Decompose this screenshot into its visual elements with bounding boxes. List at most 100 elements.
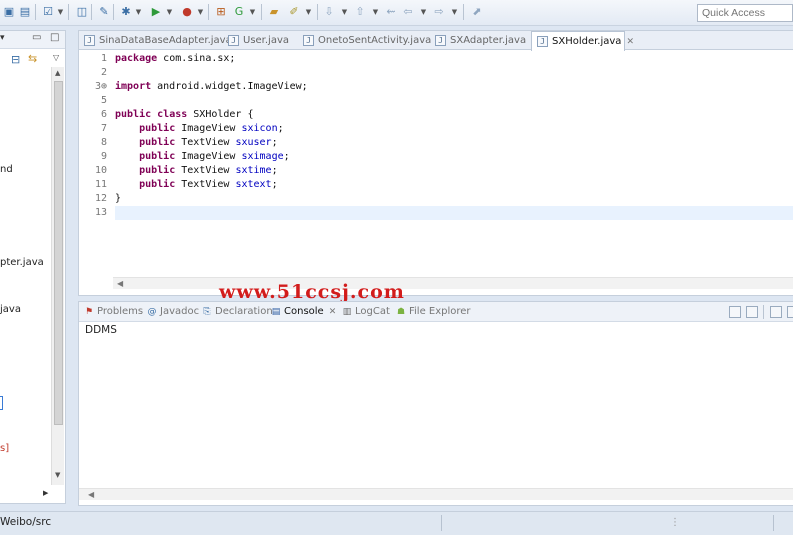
line-number: 10 (94, 165, 107, 176)
close-icon[interactable]: ✕ (329, 307, 337, 317)
chevron-down-icon[interactable]: ▼ (166, 5, 173, 19)
prev-annotation-icon[interactable]: ⇧ (353, 5, 367, 19)
toolbar-divider (68, 4, 69, 20)
toolbar-divider (35, 4, 36, 20)
chevron-down-icon[interactable]: ▼ (372, 5, 379, 19)
chevron-down-icon[interactable]: ▼ (341, 5, 348, 19)
current-code-line (115, 206, 793, 220)
pen-icon[interactable]: ✐ (287, 5, 301, 19)
new-class-icon[interactable]: ◫ (75, 5, 89, 19)
scroll-right-icon[interactable]: ▶ (43, 489, 48, 497)
tab-onetosentactivity[interactable]: J OnetoSentActivity.java (298, 31, 431, 50)
tab-logcat[interactable]: ▥ LogCat (340, 302, 390, 322)
tab-declaration[interactable]: ⎘ Declaration (200, 302, 272, 322)
tab-label: Javadoc (160, 306, 200, 317)
scroll-left-icon[interactable]: ◀ (117, 279, 123, 288)
back-icon[interactable]: ⇦ (401, 5, 415, 19)
code-line: import android.widget.ImageView; (115, 80, 793, 94)
chevron-down-icon[interactable]: ▼ (305, 5, 312, 19)
tree-item-fragment[interactable]: pter.java (0, 257, 44, 268)
keyword: class (157, 109, 188, 120)
line-number[interactable]: 3⊕ (79, 80, 109, 94)
debug-icon[interactable]: ✱ (119, 5, 133, 19)
code-text: android.widget.ImageView; (151, 81, 308, 92)
scroll-left-icon[interactable]: ◀ (88, 490, 94, 499)
keyword: public (139, 137, 176, 148)
new-java-class-icon[interactable]: G (232, 5, 246, 19)
keyword: public (139, 165, 176, 176)
chevron-down-icon[interactable]: ▼ (451, 5, 458, 19)
code-line: public TextView sxtext; (139, 179, 278, 190)
link-with-editor-icon[interactable]: ⇆ (28, 52, 37, 65)
keyword: public (139, 179, 176, 190)
line-number: 6 (100, 109, 107, 120)
toolbar-divider (113, 4, 114, 20)
tab-javadoc[interactable]: @ Javadoc (145, 302, 200, 322)
tree-item-fragment[interactable]: java (0, 304, 21, 315)
java-file-icon: J (537, 36, 548, 47)
console-horizontal-scrollbar[interactable]: ◀ (79, 488, 793, 500)
minimize-icon[interactable]: ▭ (32, 32, 41, 43)
status-grip-icon: ⋮ (670, 517, 680, 528)
collapse-all-icon[interactable]: ⊟ (11, 53, 20, 66)
tree-item-fragment[interactable]: s] (0, 443, 9, 454)
code-text: SXHolder { (187, 109, 254, 120)
external-tools-icon[interactable]: ● (180, 5, 194, 19)
chevron-down-icon[interactable]: ▼ (135, 5, 142, 19)
view-menu-icon[interactable]: ▽ (53, 53, 59, 62)
tools-icon[interactable]: ✎ (97, 5, 111, 19)
scroll-up-icon[interactable]: ▲ (55, 69, 60, 77)
checkbox-task-icon[interactable]: ☑ (41, 5, 55, 19)
code-line: package com.sina.sx; (115, 52, 793, 66)
tab-label: SinaDataBaseAdapter.java (99, 35, 232, 46)
tree-item-fragment[interactable]: nd (0, 164, 13, 175)
type-name: TextView (181, 179, 230, 190)
tab-console[interactable]: ▤ Console ✕ (269, 302, 337, 322)
maximize-icon[interactable]: □ (50, 32, 59, 43)
pin-editor-icon[interactable]: ⬈ (470, 5, 484, 19)
tab-sxadapter[interactable]: J SXAdapter.java (430, 31, 526, 50)
scroll-lock-icon[interactable] (746, 306, 758, 318)
last-edit-icon[interactable]: ⇜ (384, 5, 398, 19)
tab-label: User.java (243, 35, 290, 46)
view-menu-icon[interactable]: ▾ (0, 33, 5, 43)
scrollbar-thumb[interactable] (54, 81, 63, 425)
tab-sinadatabaseadapter[interactable]: J SinaDataBaseAdapter.java (79, 31, 232, 50)
grid-icon[interactable]: ⊞ (214, 5, 228, 19)
forward-icon[interactable]: ⇨ (432, 5, 446, 19)
code-line: public class SXHolder { (115, 108, 793, 122)
display-console-icon[interactable] (787, 306, 793, 318)
chevron-down-icon[interactable]: ▼ (197, 5, 204, 19)
tab-file-explorer[interactable]: ☗ File Explorer (394, 302, 471, 322)
next-annotation-icon[interactable]: ⇩ (322, 5, 336, 19)
chevron-down-icon[interactable]: ▼ (420, 5, 427, 19)
close-icon[interactable]: ✕ (626, 37, 634, 47)
field-name: sxicon (241, 123, 278, 134)
chevron-down-icon[interactable]: ▼ (57, 5, 64, 19)
quick-access-input[interactable] (697, 4, 793, 22)
scroll-down-icon[interactable]: ▼ (55, 471, 60, 479)
tab-label: File Explorer (409, 306, 471, 317)
clear-console-icon[interactable] (729, 306, 741, 318)
open-console-icon[interactable] (770, 306, 782, 318)
editor-tab-bar: J SinaDataBaseAdapter.java J User.java J On… (79, 31, 793, 51)
chevron-down-icon[interactable]: ▼ (249, 5, 256, 19)
tab-problems[interactable]: ⚑ Problems (82, 302, 143, 322)
open-folder-icon[interactable]: ▰ (267, 5, 281, 19)
code-text: com.sina.sx; (157, 53, 236, 64)
keyword: public (115, 109, 152, 120)
save-all-icon[interactable]: ▤ (18, 5, 32, 19)
run-icon[interactable]: ▶ (149, 5, 163, 19)
editor-horizontal-scrollbar[interactable]: ◀ (113, 277, 793, 289)
keyword: public (139, 123, 176, 134)
tab-label: SXAdapter.java (450, 35, 527, 46)
keyword: import (115, 81, 152, 92)
type-name: ImageView (181, 123, 236, 134)
code-text-area[interactable]: package com.sina.sx; import android.widg… (115, 52, 793, 220)
android-icon: ☗ (396, 307, 406, 317)
tab-user[interactable]: J User.java (223, 31, 289, 50)
tab-label: Console (284, 306, 324, 317)
explorer-vertical-scrollbar[interactable]: ▲ ▼ (51, 67, 64, 485)
save-icon[interactable]: ▣ (2, 5, 16, 19)
tab-sxholder[interactable]: J SXHolder.java ✕ (531, 31, 634, 51)
